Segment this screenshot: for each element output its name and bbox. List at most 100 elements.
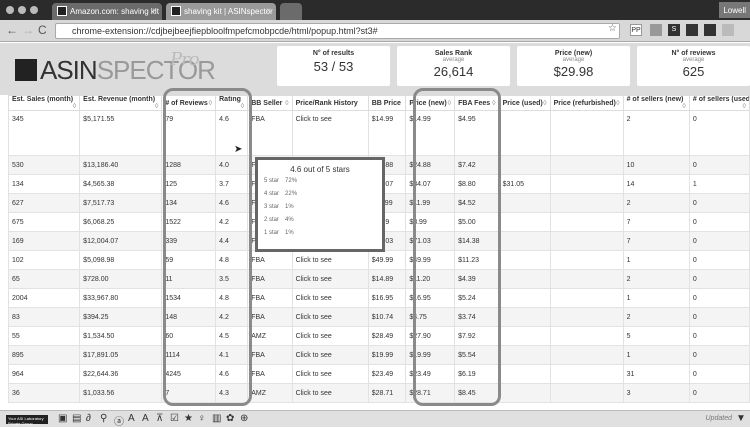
minimize-window-button[interactable] <box>18 6 26 14</box>
sort-icon[interactable]: ◊ <box>543 100 546 107</box>
star-row: 5 star 72% <box>264 178 382 184</box>
table-cell <box>498 364 551 384</box>
table-cell: $6,068.25 <box>79 212 163 232</box>
star-icon[interactable]: ★ <box>184 413 193 424</box>
font-decrease-icon[interactable]: A <box>142 413 149 424</box>
stat-sub: average <box>562 57 585 63</box>
table-cell <box>498 110 551 156</box>
asinspector-extension-icon-2[interactable] <box>704 24 716 36</box>
table-cell <box>549 231 624 251</box>
stat-sub: average <box>682 57 705 63</box>
table-cell <box>549 269 624 289</box>
close-window-button[interactable] <box>6 6 14 14</box>
user-profile-button[interactable]: Lowell <box>719 2 750 18</box>
columns-icon[interactable]: ▥ <box>212 413 221 424</box>
font-increase-icon[interactable]: A <box>128 413 135 424</box>
link-icon[interactable]: ∂ <box>86 413 91 424</box>
lightbulb-icon[interactable]: ♀ <box>198 413 206 424</box>
table-cell: 0 <box>688 288 750 308</box>
table-cell: FBA <box>247 269 293 289</box>
tab-label: shaving kit | ASINspector <box>184 7 273 16</box>
column-header[interactable]: BB Price <box>367 95 407 111</box>
table-row: 65 $728.00 11 3.5 FBA Click to see $14.89 $11.2… <box>7 269 750 289</box>
price-history-link[interactable]: Click to see <box>291 345 369 365</box>
table-cell: FBA <box>247 250 293 270</box>
table-cell: 0 <box>688 212 750 232</box>
table-cell: 65 <box>7 269 81 289</box>
table-cell: 0 <box>688 364 750 384</box>
person-extension-icon[interactable] <box>722 24 734 36</box>
table-cell: $1,534.50 <box>79 326 163 346</box>
price-history-link[interactable]: Click to see <box>291 288 369 308</box>
address-bar[interactable]: chrome-extension://cdjbejbeejfiepbloolfm… <box>55 23 620 39</box>
table-cell: 102 <box>7 250 81 270</box>
tab-asinspector[interactable]: shaving kit | ASINspector × <box>166 3 276 20</box>
sort-icon[interactable]: ◊ <box>743 103 746 110</box>
column-header[interactable]: Price/Rank History <box>291 95 369 111</box>
table-cell: 0 <box>688 383 750 403</box>
logo-mark-icon <box>15 59 37 81</box>
star-percent: 1% <box>285 230 294 236</box>
column-header[interactable]: Price (used) ◊ <box>498 95 551 111</box>
table-row: 83 $394.25 148 4.2 FBA Click to see $10.74 $4.7… <box>7 307 750 327</box>
column-header[interactable]: # of sellers (used) ◊ <box>688 95 750 111</box>
column-header[interactable]: Est. Revenue (month) ◊ <box>79 95 163 111</box>
sort-icon[interactable]: ◊ <box>73 103 76 110</box>
sort-icon[interactable]: ◊ <box>155 103 158 110</box>
column-header[interactable]: # of sellers (new) ◊ <box>622 95 690 111</box>
table-cell: $23.49 <box>367 364 407 384</box>
app-header: ASINSPECTOR Pro N° of results 53 / 53 Sal… <box>0 43 750 95</box>
excel-export-icon[interactable]: ▣ <box>58 413 67 424</box>
zoom-window-button[interactable] <box>30 6 38 14</box>
back-icon[interactable]: ← <box>6 23 18 37</box>
table-cell: $19.99 <box>367 345 407 365</box>
table-cell <box>549 174 624 194</box>
table-row: 36 $1,033.56 7 4.3 AMZ Click to see $28.71 $28.… <box>7 383 750 403</box>
pp-extension-icon[interactable]: PP <box>630 24 642 36</box>
tab-amazon[interactable]: Amazon.com: shaving kit × <box>52 3 162 20</box>
table-cell: 2 <box>622 307 690 327</box>
close-tab-icon[interactable]: × <box>266 6 271 15</box>
sort-icon[interactable]: ◊ <box>682 103 685 110</box>
price-history-link[interactable]: Click to see <box>291 269 369 289</box>
table-cell <box>549 110 624 156</box>
table-row: 2004 $33,967.80 1534 4.8 FBA Click to see $16.… <box>7 288 750 308</box>
search-icon[interactable]: ⚲ <box>100 413 107 424</box>
price-history-link[interactable]: Click to see <box>291 307 369 327</box>
table-cell <box>549 212 624 232</box>
column-header[interactable]: Price (refurbished) ◊ <box>549 95 624 111</box>
price-history-link[interactable]: Click to see <box>291 383 369 403</box>
table-cell: 0 <box>688 155 750 175</box>
price-history-link[interactable]: Click to see <box>291 250 369 270</box>
price-history-link[interactable]: Click to see <box>291 364 369 384</box>
close-tab-icon[interactable]: × <box>152 6 157 15</box>
stat-sales-rank: Sales Rank average 26,614 <box>397 46 510 86</box>
filter-icon[interactable]: ▼ <box>736 413 746 424</box>
price-history-link[interactable]: Click to see <box>291 110 369 156</box>
price-history-link[interactable]: Click to see <box>291 326 369 346</box>
new-tab-button[interactable] <box>280 3 302 20</box>
stat-sub: average <box>442 57 465 63</box>
facebook-group-link[interactable]: Your ASI Laboratory Private Group <box>6 415 48 426</box>
asinspector-logo: ASINSPECTOR Pro <box>15 49 216 86</box>
table-cell: $12,004.07 <box>79 231 163 251</box>
s-extension-icon[interactable]: S <box>668 24 680 36</box>
pin-icon[interactable]: ⊼ <box>156 413 163 424</box>
asinspector-extension-icon[interactable] <box>686 24 698 36</box>
amazon-icon[interactable]: ⓐ <box>114 413 124 428</box>
table-cell: $31.05 <box>498 174 551 194</box>
gear-extension-icon[interactable] <box>650 24 662 36</box>
sort-icon[interactable]: ◊ <box>616 100 619 107</box>
column-header-label: BB Seller <box>251 99 283 107</box>
forward-icon[interactable]: → <box>22 23 34 37</box>
stat-title: N° of results <box>312 50 355 57</box>
reload-icon[interactable]: C <box>38 23 47 37</box>
share-icon[interactable]: ☑ <box>170 413 179 424</box>
sort-icon[interactable]: ◊ <box>285 100 288 107</box>
bookmark-star-icon[interactable]: ☆ <box>608 23 617 34</box>
column-header[interactable]: BB Seller ◊ <box>247 95 293 111</box>
column-header[interactable]: Est. Sales (month) ◊ <box>7 95 81 111</box>
settings-icon[interactable]: ✿ <box>226 413 234 424</box>
add-icon[interactable]: ⊕ <box>240 413 248 424</box>
copy-icon[interactable]: ▤ <box>72 413 81 424</box>
